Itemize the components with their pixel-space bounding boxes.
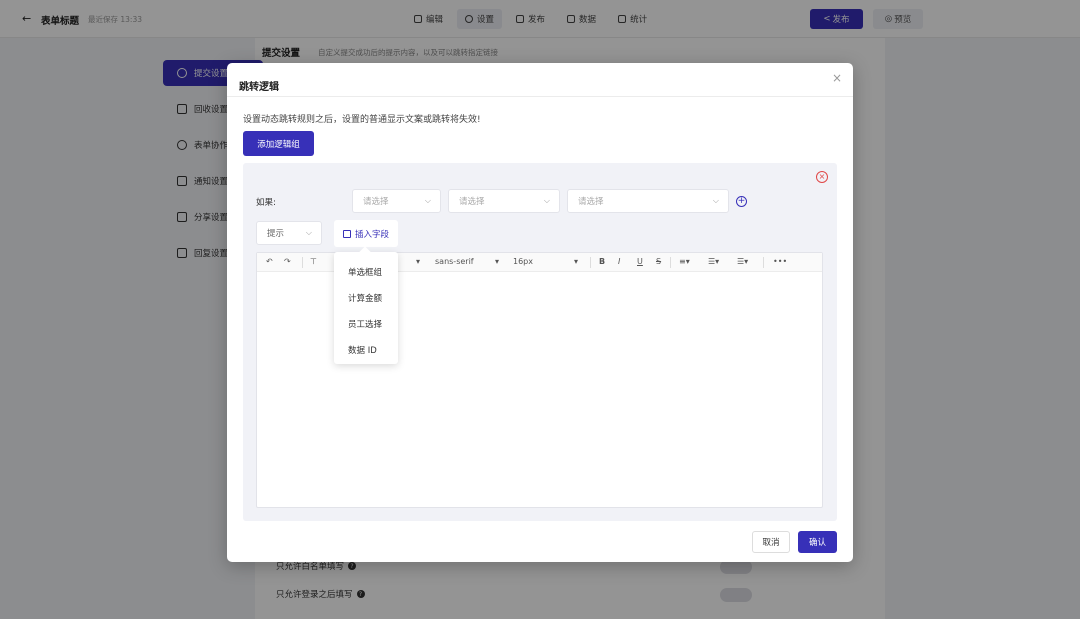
chevron-down-icon: ▾ [495, 257, 500, 266]
if-label: 如果: [256, 198, 276, 208]
bold-button[interactable]: B [599, 257, 605, 266]
condition-field-select[interactable]: 请选择 ⌵ [352, 189, 441, 213]
action-type-select[interactable]: 提示 ⌵ [256, 221, 322, 245]
font-family-select[interactable]: sans-serif [435, 257, 474, 266]
align-icon[interactable]: ≡▾ [679, 257, 690, 266]
bullet-list-icon[interactable]: ☰▾ [708, 257, 719, 266]
toolbar-divider [590, 257, 591, 268]
chevron-down-icon: ⌵ [424, 196, 431, 205]
italic-button[interactable]: I [618, 257, 620, 266]
toolbar-divider [763, 257, 764, 268]
format-painter-icon[interactable]: ⊤ [310, 257, 317, 266]
chevron-down-icon: ▾ [574, 257, 579, 266]
delete-group-icon[interactable]: × [816, 171, 828, 183]
chevron-down-icon: ▾ [416, 257, 421, 266]
undo-icon[interactable]: ↶ [266, 257, 273, 266]
field-icon [342, 229, 351, 238]
more-icon[interactable]: ••• [773, 257, 787, 266]
toolbar-divider [670, 257, 671, 268]
insert-option[interactable]: 单选框组 [348, 266, 382, 278]
logic-group: × 如果: 请选择 ⌵ 请选择 ⌵ 请选择 ⌵ + 提示 ⌵ 插入字段 ↶ ↷ ⊤ ▾ … [243, 163, 837, 521]
insert-field-dropdown: 单选框组 计算金额 员工选择 数据 ID [334, 246, 398, 364]
condition-operator-select[interactable]: 请选择 ⌵ [448, 189, 560, 213]
chevron-down-icon: ⌵ [543, 196, 550, 205]
underline-button[interactable]: U [637, 257, 643, 266]
strikethrough-button[interactable]: S [656, 257, 661, 266]
font-size-select[interactable]: 16px [513, 257, 533, 266]
insert-option[interactable]: 计算金额 [348, 292, 382, 304]
add-condition-icon[interactable]: + [736, 196, 747, 207]
numbered-list-icon[interactable]: ☰▾ [737, 257, 748, 266]
cancel-button[interactable]: 取消 [752, 531, 790, 553]
chevron-down-icon: ⌵ [712, 196, 719, 205]
jump-logic-modal: 跳转逻辑 × 设置动态跳转规则之后，设置的普通显示文案或跳转将失效! 添加逻辑组… [227, 63, 853, 562]
insert-option[interactable]: 数据 ID [348, 344, 377, 356]
confirm-button[interactable]: 确认 [798, 531, 837, 553]
close-icon[interactable]: × [832, 71, 842, 85]
modal-divider [227, 96, 853, 97]
modal-hint: 设置动态跳转规则之后，设置的普通显示文案或跳转将失效! [243, 115, 481, 125]
redo-icon[interactable]: ↷ [284, 257, 291, 266]
toolbar-divider [302, 257, 303, 268]
insert-option[interactable]: 员工选择 [348, 318, 382, 330]
modal-title: 跳转逻辑 [239, 82, 279, 93]
chevron-down-icon: ⌵ [305, 228, 312, 237]
insert-field-button[interactable]: 插入字段 [334, 220, 398, 247]
condition-value-select[interactable]: 请选择 ⌵ [567, 189, 729, 213]
add-logic-group-button[interactable]: 添加逻辑组 [243, 131, 314, 156]
